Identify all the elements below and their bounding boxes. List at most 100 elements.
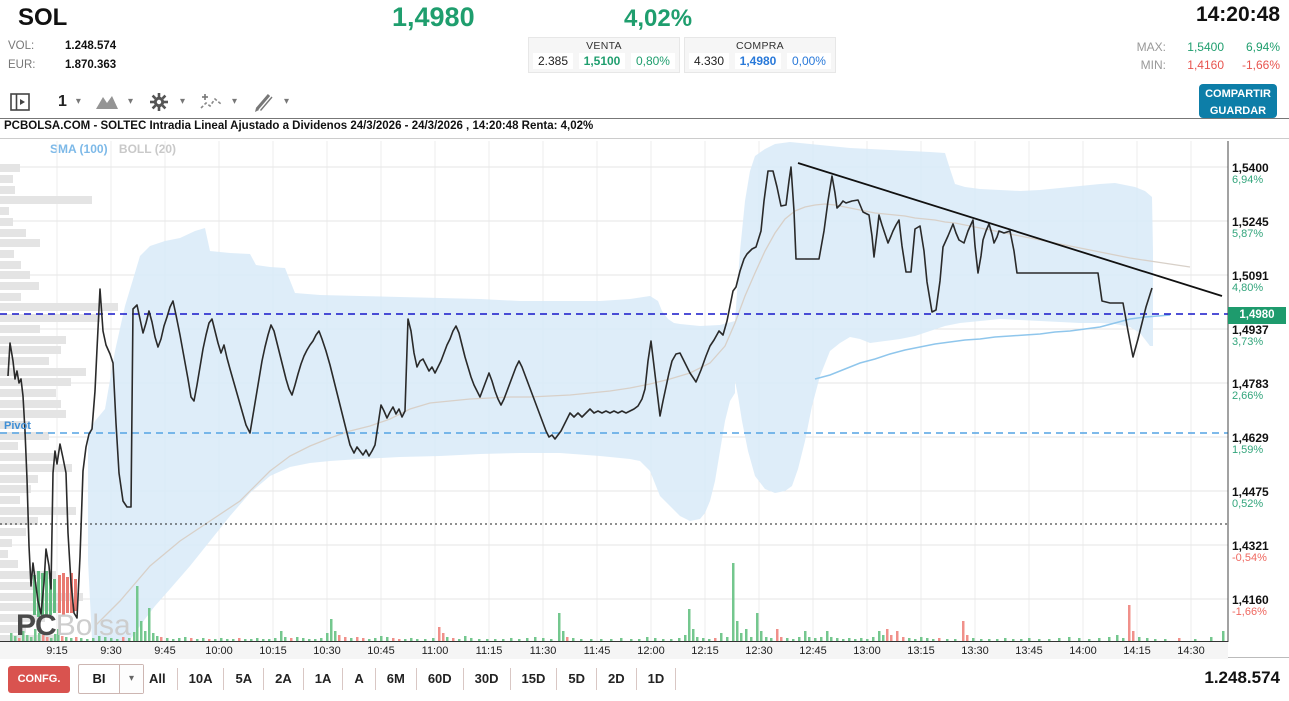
period-button-1a[interactable]: 1A xyxy=(304,668,344,690)
compra-title: COMPRA xyxy=(685,40,835,52)
total-volume: 1.248.574 xyxy=(1204,668,1280,688)
profile-bar xyxy=(0,218,13,226)
profile-bar xyxy=(0,239,40,247)
day-change: 4,02% xyxy=(624,5,692,33)
volume-bar xyxy=(896,631,899,641)
period-button-1d[interactable]: 1D xyxy=(637,668,677,690)
time-axis-label: 11:00 xyxy=(422,645,449,657)
volume-bar xyxy=(688,609,691,641)
volume-bar xyxy=(148,608,151,641)
time-axis-label: 13:45 xyxy=(1015,645,1043,657)
eur-value: 1.870.363 xyxy=(65,59,116,71)
eur-row: EUR: 1.870.363 xyxy=(8,59,35,71)
time-axis-label: 14:30 xyxy=(1177,645,1205,657)
volume-bar xyxy=(133,632,136,641)
volume-bar xyxy=(776,629,779,641)
eur-label: EUR: xyxy=(8,59,35,71)
profile-bar xyxy=(0,560,18,568)
period-button-10a[interactable]: 10A xyxy=(178,668,225,690)
interval-selector-value: BI xyxy=(79,665,119,693)
period-button-5d[interactable]: 5D xyxy=(557,668,597,690)
vol-label: VOL: xyxy=(8,40,34,52)
profile-bar xyxy=(0,550,8,558)
chevron-down-icon: ▾ xyxy=(232,96,237,107)
time-axis-label: 12:45 xyxy=(799,645,827,657)
volume-bar xyxy=(136,586,139,641)
profile-bar xyxy=(0,368,86,376)
interval-value: 1 xyxy=(58,93,67,111)
venta-pct: 0,80% xyxy=(631,53,675,69)
price-axis-label: 1,4321-0,54% xyxy=(1232,540,1269,564)
time-axis-label: 12:00 xyxy=(637,645,665,657)
period-button-all[interactable]: All xyxy=(138,668,178,690)
profile-bar xyxy=(0,175,13,183)
pivot-label: Pivot xyxy=(4,420,31,432)
profile-bar xyxy=(0,475,38,483)
footer-bar: CONFG. BI ▾ All10A5A2A1AA6M60D30D15D5D2D… xyxy=(0,658,1289,701)
period-button-a[interactable]: A xyxy=(343,668,375,690)
interval-selector[interactable]: BI ▾ xyxy=(78,664,144,694)
profile-bar xyxy=(0,496,20,504)
volume-bar xyxy=(745,629,748,641)
time-axis-label: 9:15 xyxy=(46,645,67,657)
max-pct: 6,94% xyxy=(1224,40,1280,54)
logo-bold: PC xyxy=(16,609,56,642)
time-axis-label: 9:45 xyxy=(154,645,175,657)
profile-bar xyxy=(0,378,71,386)
clock: 14:20:48 xyxy=(1196,3,1280,27)
venta-qty: 2.385 xyxy=(533,53,573,69)
profile-bar xyxy=(0,410,66,418)
volume-bar xyxy=(562,631,565,641)
panel-toggle-button[interactable] xyxy=(8,90,32,114)
share-save-button[interactable]: COMPARTIR GUARDAR xyxy=(1199,84,1277,118)
add-indicator-icon xyxy=(199,91,223,113)
volume-bar xyxy=(280,631,283,641)
volume-bar xyxy=(740,633,743,641)
price-axis-label: 1,49373,73% xyxy=(1232,324,1269,348)
draw-tools-dropdown[interactable]: ▾ xyxy=(251,91,289,113)
volume-bar xyxy=(1132,631,1135,641)
period-button-15d[interactable]: 15D xyxy=(511,668,558,690)
period-button-60d[interactable]: 60D xyxy=(417,668,464,690)
profile-bar xyxy=(0,325,40,333)
period-button-2d[interactable]: 2D xyxy=(597,668,637,690)
chart-type-dropdown[interactable]: ▾ xyxy=(95,93,133,111)
gear-icon xyxy=(147,90,171,114)
profile-bar xyxy=(0,442,18,450)
profile-bar xyxy=(0,293,21,301)
chart-toolbar: 1 ▾ ▾ ▾ xyxy=(0,85,1196,118)
app-window: SOL VOL: 1.248.574 EUR: 1.870.363 1,4980… xyxy=(0,0,1289,701)
share-label: COMPARTIR xyxy=(1199,86,1277,103)
period-button-6m[interactable]: 6M xyxy=(376,668,417,690)
period-button-2a[interactable]: 2A xyxy=(264,668,304,690)
volume-bar xyxy=(826,631,829,641)
time-axis-label: 10:45 xyxy=(367,645,395,657)
min-pct: -1,66% xyxy=(1224,58,1280,72)
period-button-30d[interactable]: 30D xyxy=(464,668,511,690)
current-price-badge: 1,4980 xyxy=(1228,307,1286,324)
indicators-dropdown[interactable]: ▾ xyxy=(199,91,237,113)
volume-bar xyxy=(330,619,333,641)
profile-bar xyxy=(0,357,49,365)
profile-bar-buy xyxy=(53,579,56,613)
period-button-5a[interactable]: 5A xyxy=(224,668,264,690)
venta-box[interactable]: VENTA 2.385 1,5100 0,80% xyxy=(528,37,680,73)
profile-bar xyxy=(0,207,9,215)
profile-bar xyxy=(0,282,39,290)
price-axis-label: 1,50914,80% xyxy=(1232,270,1269,294)
compra-price: 1,4980 xyxy=(735,53,782,69)
profile-bar xyxy=(0,271,30,279)
profile-bar xyxy=(0,261,21,269)
config-button[interactable]: CONFG. xyxy=(8,666,70,693)
compra-pct: 0,00% xyxy=(787,53,831,69)
profile-bar xyxy=(0,229,26,237)
interval-dropdown[interactable]: 1 ▾ xyxy=(46,93,81,111)
settings-dropdown[interactable]: ▾ xyxy=(147,90,185,114)
volume-bar xyxy=(558,613,561,641)
venta-title: VENTA xyxy=(529,40,679,52)
chart-canvas[interactable] xyxy=(0,119,1289,659)
profile-bar xyxy=(0,196,92,204)
compra-box[interactable]: COMPRA 4.330 1,4980 0,00% xyxy=(684,37,836,73)
volume-bar xyxy=(442,633,445,641)
pcbolsa-logo: PCBolsa xyxy=(16,609,131,643)
